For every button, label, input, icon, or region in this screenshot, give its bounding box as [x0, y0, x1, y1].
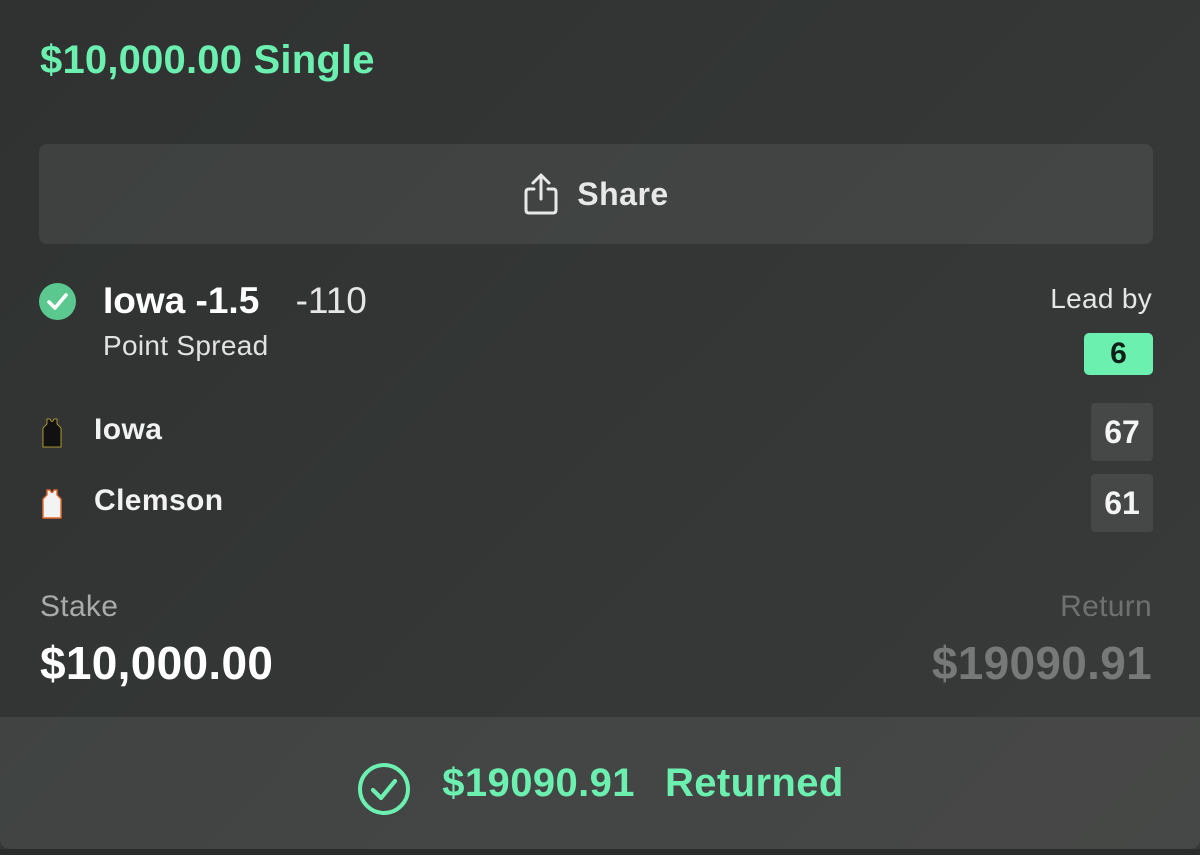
bottom-divider [0, 849, 1200, 855]
team-row-clemson: Clemson 61 [0, 474, 1200, 532]
bet-title: $10,000.00 Single [40, 38, 375, 82]
bet-card: $10,000.00 Single Share Iowa -1.5 -110 P… [0, 0, 1200, 855]
stake-value: $10,000.00 [40, 637, 274, 689]
return-label: Return [1060, 590, 1152, 623]
stake-label: Stake [40, 590, 119, 623]
jersey-icon [42, 418, 62, 448]
team-name: Iowa [94, 413, 163, 446]
share-label: Share [577, 175, 669, 212]
jersey-icon [42, 489, 62, 519]
returned-banner: $19090.91 Returned [0, 717, 1200, 849]
returned-label: Returned [664, 760, 844, 805]
share-icon [524, 173, 558, 215]
check-circle-outline-icon [358, 763, 411, 815]
market-type: Point Spread [103, 330, 269, 361]
team-score: 67 [1091, 403, 1153, 461]
team-row-iowa: Iowa 67 [0, 403, 1200, 461]
lead-value-badge: 6 [1084, 333, 1153, 375]
team-score: 61 [1091, 474, 1153, 532]
selection-odds: -110 [295, 280, 367, 321]
team-name: Clemson [94, 484, 224, 517]
selection-name: Iowa -1.5 [103, 280, 260, 321]
check-circle-icon [39, 283, 76, 320]
lead-label: Lead by [1050, 283, 1152, 314]
returned-amount: $19090.91 [442, 760, 635, 805]
selection: Iowa -1.5 -110 [103, 278, 367, 324]
share-button[interactable]: Share [39, 144, 1153, 244]
return-value: $19090.91 [931, 637, 1152, 689]
